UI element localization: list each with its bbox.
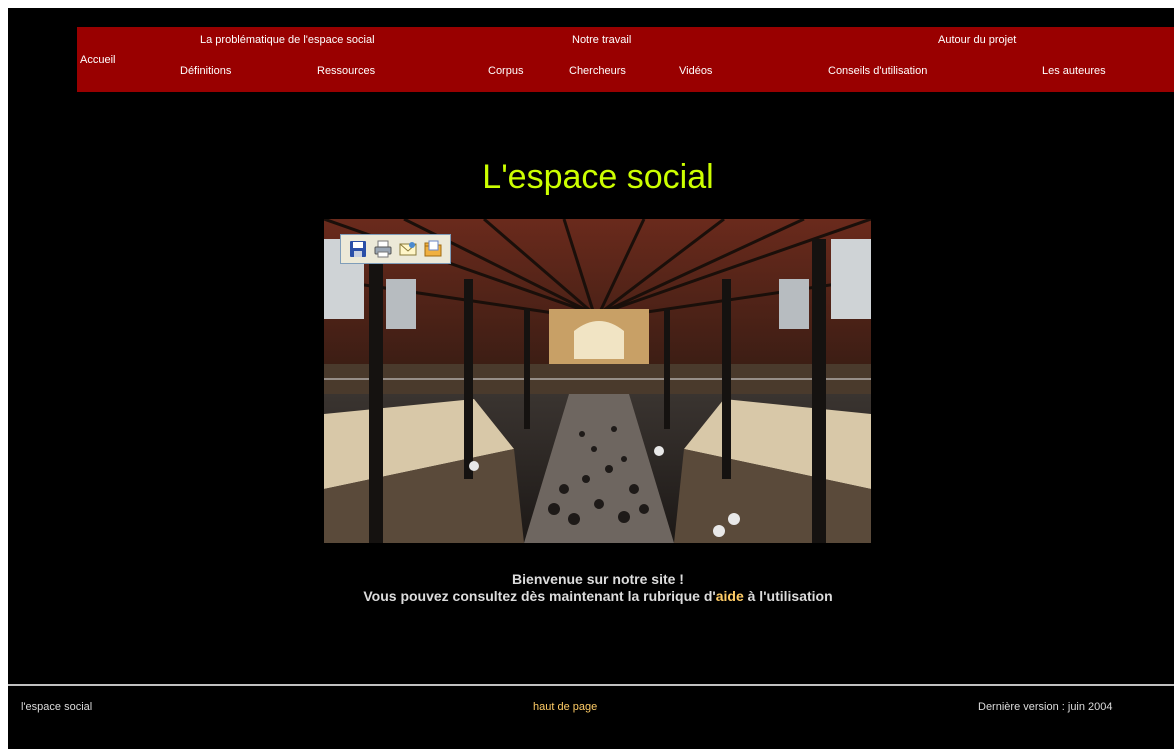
email-icon[interactable] <box>397 238 419 260</box>
welcome-line-2: Vous pouvez consultez dès maintenant la … <box>8 588 1174 605</box>
welcome-line-2-suffix: à l'utilisation <box>743 588 833 604</box>
footer-last-version: Dernière version : juin 2004 <box>978 701 1113 713</box>
nav-authors-link[interactable]: Les auteures <box>1042 65 1106 77</box>
nav-resources-link[interactable]: Ressources <box>317 65 375 77</box>
save-icon[interactable] <box>347 238 369 260</box>
footer-divider <box>8 684 1174 686</box>
image-toolbar <box>340 234 451 264</box>
welcome-line-2-prefix: Vous pouvez consultez dès maintenant la … <box>363 588 716 604</box>
page-title: L'espace social <box>482 158 714 196</box>
help-link[interactable]: aide <box>716 588 744 604</box>
nav-home-link[interactable]: Accueil <box>80 54 115 66</box>
footer-site-name: l'espace social <box>21 701 93 713</box>
welcome-line-1: Bienvenue sur notre site ! <box>512 571 684 587</box>
nav-researchers-link[interactable]: Chercheurs <box>569 65 626 77</box>
folder-icon[interactable] <box>422 238 444 260</box>
nav-usage-tips-link[interactable]: Conseils d'utilisation <box>828 65 927 77</box>
back-to-top-link[interactable]: haut de page <box>533 701 597 713</box>
nav-definitions-link[interactable]: Définitions <box>180 65 231 77</box>
top-navigation-bar: Accueil La problématique de l'espace soc… <box>77 27 1174 92</box>
nav-videos-link[interactable]: Vidéos <box>679 65 712 77</box>
nav-group-problem: La problématique de l'espace social <box>200 34 375 46</box>
nav-group-about: Autour du projet <box>938 34 1017 46</box>
nav-corpus-link[interactable]: Corpus <box>488 65 523 77</box>
welcome-message: Bienvenue sur notre site ! Vous pouvez c… <box>8 571 1174 605</box>
market-hall-photo <box>324 219 871 543</box>
nav-group-work: Notre travail <box>572 34 632 46</box>
print-icon[interactable] <box>372 238 394 260</box>
page: Accueil La problématique de l'espace soc… <box>8 8 1174 749</box>
